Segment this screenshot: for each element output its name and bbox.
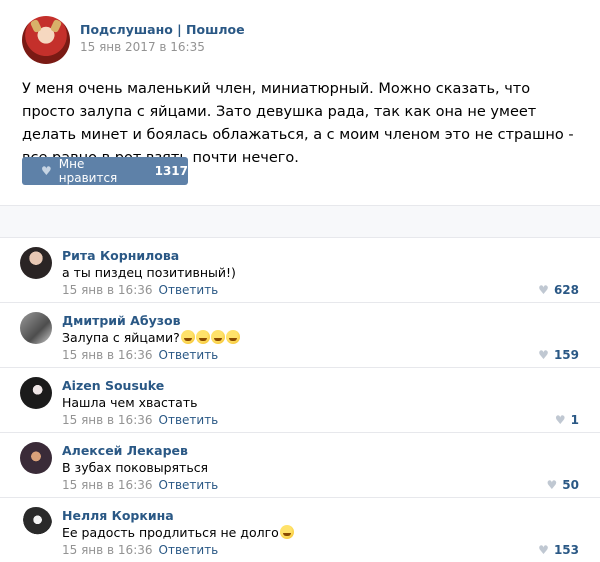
comment-meta: 15 янв в 16:36 Ответить bbox=[62, 283, 218, 297]
avatar-decoration bbox=[49, 18, 63, 34]
reply-link[interactable]: Ответить bbox=[159, 413, 219, 427]
heart-icon: ♥ bbox=[546, 478, 558, 492]
comment-text: Залупа с яйцами? bbox=[62, 330, 180, 345]
avatar[interactable] bbox=[20, 312, 52, 344]
post: Подслушано | Пошлое 15 янв 2017 в 16:35 … bbox=[0, 0, 600, 205]
post-date[interactable]: 15 янв 2017 в 16:35 bbox=[80, 40, 205, 54]
comment-like-count: 159 bbox=[553, 348, 579, 362]
avatar[interactable] bbox=[20, 377, 52, 409]
comment-like-count: 628 bbox=[553, 283, 579, 297]
avatar[interactable] bbox=[20, 442, 52, 474]
comment-like-count: 153 bbox=[553, 543, 579, 557]
comment-date[interactable]: 15 янв в 16:36 bbox=[62, 478, 153, 492]
comment-like-count: 50 bbox=[562, 478, 579, 492]
comment-like-count: 1 bbox=[570, 413, 579, 427]
comment-like-button[interactable]: ♥ 50 bbox=[547, 478, 579, 492]
comment-author-link[interactable]: Дмитрий Абузов bbox=[62, 313, 180, 328]
heart-icon: ♥ bbox=[538, 283, 549, 297]
grinning-emoji-icon bbox=[225, 330, 240, 344]
grinning-emoji-icon bbox=[180, 330, 195, 344]
comment-author-link[interactable]: Рита Корнилова bbox=[62, 248, 179, 263]
comment: Aizen Sousuke Нашла чем хвастать 15 янв … bbox=[0, 367, 600, 433]
comment: Алексей Лекарев В зубах поковыряться 15 … bbox=[0, 432, 600, 498]
reply-link[interactable]: Ответить bbox=[159, 478, 219, 492]
heart-icon: ♥ bbox=[41, 164, 52, 178]
comment-meta: 15 янв в 16:36 Ответить bbox=[62, 348, 218, 362]
heart-icon: ♥ bbox=[538, 348, 549, 362]
comment-meta: 15 янв в 16:36 Ответить bbox=[62, 413, 218, 427]
reply-link[interactable]: Ответить bbox=[159, 348, 219, 362]
post-author-link[interactable]: Подслушано | Пошлое bbox=[80, 22, 245, 37]
comment-author-link[interactable]: Aizen Sousuke bbox=[62, 378, 164, 393]
grinning-emoji-icon bbox=[195, 330, 210, 344]
comment-date[interactable]: 15 янв в 16:36 bbox=[62, 283, 153, 297]
avatar[interactable] bbox=[20, 507, 52, 539]
avatar[interactable] bbox=[20, 247, 52, 279]
comment-like-button[interactable]: ♥ 153 bbox=[538, 543, 579, 557]
comment-text: Ее радость продлиться не долго bbox=[62, 525, 279, 540]
comment-date[interactable]: 15 янв в 16:36 bbox=[62, 543, 153, 557]
like-button[interactable]: ♥ Мне нравится 1317 bbox=[22, 157, 188, 185]
community-avatar[interactable] bbox=[22, 16, 70, 64]
comment-author-link[interactable]: Нелля Коркина bbox=[62, 508, 174, 523]
like-count: 1317 bbox=[154, 164, 188, 178]
comment-author-link[interactable]: Алексей Лекарев bbox=[62, 443, 188, 458]
comment-text-row: Ее радость продлиться не долго bbox=[62, 525, 294, 540]
comment-text: В зубах поковыряться bbox=[62, 460, 209, 475]
laughing-emoji-icon bbox=[279, 525, 294, 539]
comment-date[interactable]: 15 янв в 16:36 bbox=[62, 413, 153, 427]
comment-meta: 15 янв в 16:36 Ответить bbox=[62, 543, 218, 557]
comment-text-row: Залупа с яйцами? bbox=[62, 330, 240, 345]
comment-like-button[interactable]: ♥ 1 bbox=[555, 413, 579, 427]
comment: Дмитрий Абузов Залупа с яйцами? 15 янв в… bbox=[0, 302, 600, 368]
reply-link[interactable]: Ответить bbox=[159, 283, 219, 297]
comment-meta: 15 янв в 16:36 Ответить bbox=[62, 478, 218, 492]
comment-like-button[interactable]: ♥ 159 bbox=[538, 348, 579, 362]
grinning-emoji-icon bbox=[210, 330, 225, 344]
comment: Нелля Коркина Ее радость продлиться не д… bbox=[0, 497, 600, 562]
avatar-decoration bbox=[29, 18, 43, 34]
comment: Рита Корнилова а ты пиздец позитивный!) … bbox=[0, 237, 600, 303]
comment-date[interactable]: 15 янв в 16:36 bbox=[62, 348, 153, 362]
reply-link[interactable]: Ответить bbox=[159, 543, 219, 557]
comment-like-button[interactable]: ♥ 628 bbox=[538, 283, 579, 297]
heart-icon: ♥ bbox=[554, 413, 566, 427]
like-label: Мне нравится bbox=[58, 157, 118, 185]
comment-text: Нашла чем хвастать bbox=[62, 395, 198, 410]
section-divider bbox=[0, 205, 600, 238]
comment-text: а ты пиздец позитивный!) bbox=[62, 265, 236, 280]
heart-icon: ♥ bbox=[538, 543, 549, 557]
